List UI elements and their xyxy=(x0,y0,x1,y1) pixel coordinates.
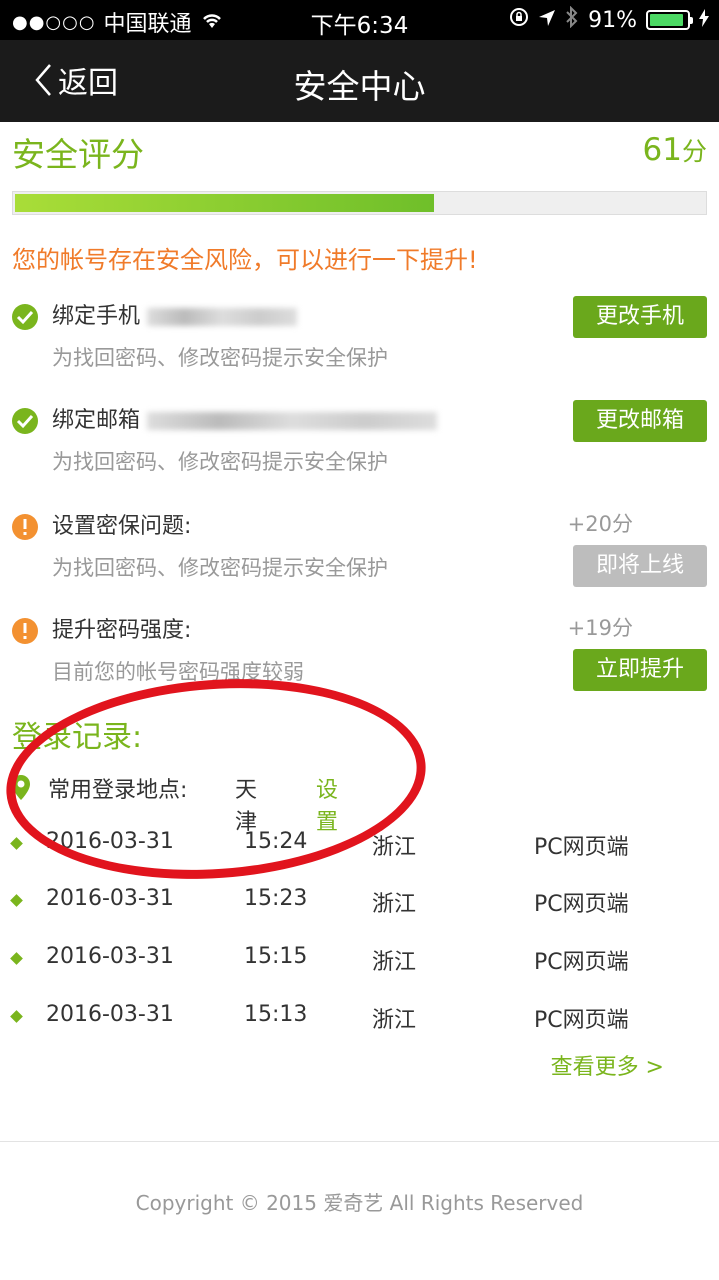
location-settings-link[interactable]: 设置 xyxy=(316,772,338,836)
record-time: 15:15 xyxy=(244,944,308,969)
login-record-row: 2016-03-31 15:13 浙江 PC网页端 xyxy=(10,1002,692,1033)
item-title-text: 绑定手机 xyxy=(52,304,141,329)
score-progress-bar xyxy=(12,191,707,215)
bluetooth-icon xyxy=(565,5,579,34)
masked-email xyxy=(147,412,438,430)
view-more-link[interactable]: 查看更多 > xyxy=(551,1049,664,1081)
login-record-row: 2016-03-31 15:23 浙江 PC网页端 xyxy=(10,886,692,917)
bullet-icon xyxy=(10,952,23,965)
check-icon xyxy=(12,304,38,330)
score-number: 61 xyxy=(642,132,682,168)
item-desc: 为找回密码、修改密码提示安全保护 xyxy=(52,450,388,474)
score-header: 安全评分 61分 xyxy=(12,128,707,176)
record-place: 浙江 xyxy=(372,835,417,860)
record-device: PC网页端 xyxy=(534,950,629,975)
score-unit: 分 xyxy=(681,137,707,166)
record-device: PC网页端 xyxy=(534,1008,629,1033)
change-email-button[interactable]: 更改邮箱 xyxy=(573,400,707,442)
score-value: 61分 xyxy=(643,132,707,168)
item-title: 绑定手机 xyxy=(52,298,298,330)
rotation-lock-icon xyxy=(509,7,529,33)
change-phone-button[interactable]: 更改手机 xyxy=(573,296,707,338)
record-place: 浙江 xyxy=(372,1008,417,1033)
copyright-text: Copyright © 2015 爱奇艺 All Rights Reserved xyxy=(135,1191,584,1215)
status-bar: ●●○○○ 中国联通 下午6:34 91% xyxy=(0,0,719,40)
item-title-text: 绑定邮箱 xyxy=(52,408,141,433)
warning-icon xyxy=(12,514,38,540)
record-place: 浙江 xyxy=(372,950,417,975)
warning-icon xyxy=(12,618,38,644)
record-date: 2016-03-31 xyxy=(46,1002,174,1027)
improve-now-button[interactable]: 立即提升 xyxy=(573,649,707,691)
location-label: 常用登录地点: xyxy=(48,778,188,803)
location-value: 天津 xyxy=(235,778,258,835)
location-arrow-icon xyxy=(538,8,556,33)
location-pin-icon xyxy=(10,774,32,808)
item-desc: 为找回密码、修改密码提示安全保护 xyxy=(52,556,388,580)
bullet-icon xyxy=(10,894,23,907)
record-device: PC网页端 xyxy=(534,892,629,917)
login-record-row: 2016-03-31 15:15 浙江 PC网页端 xyxy=(10,944,692,975)
record-date: 2016-03-31 xyxy=(46,886,174,911)
record-device: PC网页端 xyxy=(534,835,629,860)
score-progress-fill xyxy=(15,194,434,212)
battery-percent: 91% xyxy=(588,7,637,33)
login-records-title: 登录记录: xyxy=(12,720,143,755)
charging-icon xyxy=(699,8,709,33)
risk-warning: 您的帐号存在安全风险，可以进行一下提升! xyxy=(12,246,478,274)
coming-soon-button[interactable]: 即将上线 xyxy=(573,545,707,587)
login-record-row: 2016-03-31 15:24 浙江 PC网页端 xyxy=(10,829,692,860)
item-bind-phone: 绑定手机 为找回密码、修改密码提示安全保护 更改手机 xyxy=(12,296,707,388)
record-place: 浙江 xyxy=(372,892,417,917)
bonus-points: +20分 xyxy=(567,512,633,536)
page-title: 安全中心 xyxy=(293,67,426,106)
record-date: 2016-03-31 xyxy=(46,829,174,854)
status-right: 91% xyxy=(509,5,709,34)
battery-icon xyxy=(646,10,693,30)
battery-fill xyxy=(650,14,683,26)
bullet-icon xyxy=(10,837,23,850)
masked-phone xyxy=(147,308,298,326)
score-title: 安全评分 xyxy=(12,135,144,174)
item-desc: 目前您的帐号密码强度较弱 xyxy=(52,660,304,684)
item-password-strength: 提升密码强度: +19分 目前您的帐号密码强度较弱 立即提升 xyxy=(12,612,707,702)
item-title: 提升密码强度: xyxy=(52,618,192,643)
bullet-icon xyxy=(10,1010,23,1023)
record-time: 15:13 xyxy=(244,1002,308,1027)
footer-divider xyxy=(0,1141,719,1142)
item-security-question: 设置密保问题: +20分 为找回密码、修改密码提示安全保护 即将上线 xyxy=(12,508,707,598)
item-title: 设置密保问题: xyxy=(52,514,192,539)
item-title: 绑定邮箱 xyxy=(52,402,438,434)
item-desc: 为找回密码、修改密码提示安全保护 xyxy=(52,346,388,370)
record-time: 15:24 xyxy=(244,829,308,854)
nav-bar: 返回 安全中心 xyxy=(0,40,719,122)
check-icon xyxy=(12,408,38,434)
record-date: 2016-03-31 xyxy=(46,944,174,969)
item-bind-email: 绑定邮箱 为找回密码、修改密码提示安全保护 更改邮箱 xyxy=(12,400,707,492)
bonus-points: +19分 xyxy=(567,616,633,640)
record-time: 15:23 xyxy=(244,886,308,911)
